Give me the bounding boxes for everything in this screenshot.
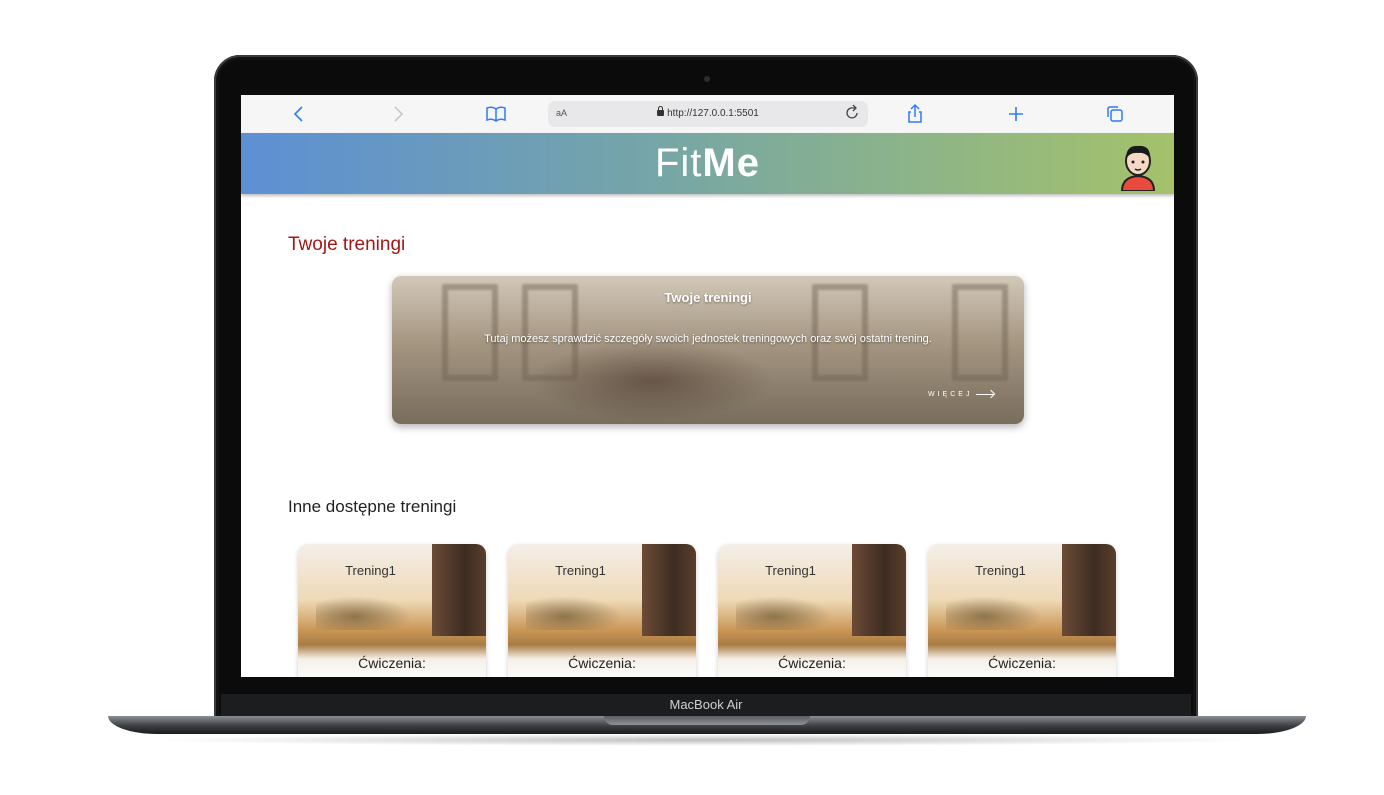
user-avatar-icon xyxy=(1120,145,1156,192)
book-icon xyxy=(486,106,506,122)
reload-icon[interactable] xyxy=(846,104,860,123)
card-image-detail xyxy=(852,544,906,636)
plus-icon xyxy=(1009,107,1023,121)
tabs-icon xyxy=(1107,106,1123,122)
more-label: WIĘCEJ xyxy=(928,391,973,398)
logo-text-me: Me xyxy=(702,141,760,185)
browser-screen: aA http://127.0.0.1:5501 FitMe Twoje tre… xyxy=(241,95,1174,677)
address-bar[interactable]: aA http://127.0.0.1:5501 xyxy=(548,101,868,127)
laptop-notch xyxy=(604,716,810,725)
card-title: Trening1 xyxy=(555,563,606,578)
card-title: Trening1 xyxy=(975,563,1026,578)
url-text: http://127.0.0.1:5501 xyxy=(667,108,759,119)
lock-icon xyxy=(657,106,665,116)
card-image-detail xyxy=(432,544,486,636)
logo-text-fit: Fit xyxy=(654,141,703,185)
tabs-button[interactable] xyxy=(1103,102,1127,126)
share-icon xyxy=(908,103,922,123)
chevron-right-icon xyxy=(394,106,404,122)
other-trainings-title: Inne dostępne treningi xyxy=(288,497,457,516)
hero-title: Twoje treningi xyxy=(664,290,752,305)
card-image-detail xyxy=(1062,544,1116,636)
section-title: Twoje treningi xyxy=(288,234,406,255)
card-subtitle: Ćwiczenia: xyxy=(988,655,1056,671)
training-card[interactable]: Trening1 Ćwiczenia: xyxy=(508,544,696,677)
chevron-left-icon xyxy=(293,106,303,122)
share-button[interactable] xyxy=(903,102,927,126)
training-card[interactable]: Trening1 Ćwiczenia: xyxy=(718,544,906,677)
back-button[interactable] xyxy=(287,102,311,126)
arrow-right-icon xyxy=(976,393,995,395)
card-subtitle: Ćwiczenia: xyxy=(778,655,846,671)
card-title: Trening1 xyxy=(345,563,396,578)
card-image-detail xyxy=(316,596,412,630)
bookmarks-button[interactable] xyxy=(484,102,508,126)
card-image-detail xyxy=(736,596,832,630)
card-image-detail xyxy=(946,596,1042,630)
hero-description: Tutaj możesz sprawdzić szczegóły swoich … xyxy=(484,333,932,345)
url-display: http://127.0.0.1:5501 xyxy=(548,106,868,119)
training-card[interactable]: Trening1 Ćwiczenia: xyxy=(928,544,1116,677)
more-link[interactable]: WIĘCEJ xyxy=(928,391,995,398)
card-image-detail xyxy=(642,544,696,636)
new-tab-button[interactable] xyxy=(1004,102,1028,126)
laptop-shadow xyxy=(150,734,1260,746)
app-header: FitMe xyxy=(241,133,1174,194)
card-subtitle: Ćwiczenia: xyxy=(358,655,426,671)
profile-avatar[interactable] xyxy=(1118,141,1158,192)
card-title: Trening1 xyxy=(765,563,816,578)
device-label: MacBook Air xyxy=(221,694,1191,716)
browser-toolbar: aA http://127.0.0.1:5501 xyxy=(241,95,1174,134)
forward-button[interactable] xyxy=(386,102,410,126)
app-logo[interactable]: FitMe xyxy=(241,141,1174,186)
card-image-detail xyxy=(526,596,622,630)
camera xyxy=(704,76,710,82)
hero-banner[interactable]: Twoje treningi Tutaj możesz sprawdzić sz… xyxy=(392,276,1024,424)
training-card[interactable]: Trening1 Ćwiczenia: xyxy=(298,544,486,677)
card-subtitle: Ćwiczenia: xyxy=(568,655,636,671)
